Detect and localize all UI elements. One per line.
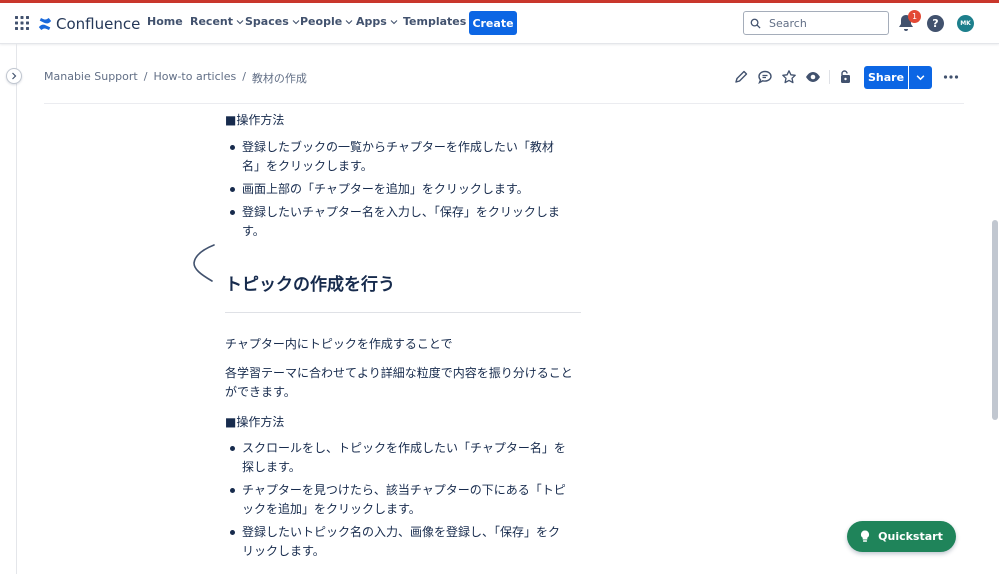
watch-eye-icon[interactable]	[805, 69, 821, 85]
confluence-logo-icon	[38, 17, 52, 31]
comment-icon[interactable]	[757, 69, 773, 85]
restrictions-lock-icon[interactable]	[838, 69, 854, 85]
nav-spaces[interactable]: Spaces	[245, 15, 300, 28]
breadcrumb-separator: /	[242, 70, 246, 83]
nav-home[interactable]: Home	[147, 15, 183, 28]
chevron-down-icon	[390, 19, 398, 24]
more-actions-icon[interactable]	[943, 70, 959, 84]
share-dropdown-button[interactable]	[909, 66, 932, 89]
nav-spaces-label: Spaces	[245, 15, 289, 28]
section-label: ■操作方法	[225, 113, 285, 127]
search-icon	[750, 18, 761, 29]
edit-pencil-icon[interactable]	[733, 69, 749, 85]
breadcrumb-item-howto[interactable]: How-to articles	[153, 70, 236, 86]
notification-badge: 1	[908, 10, 921, 23]
action-divider	[829, 70, 830, 84]
nav-apps-label: Apps	[356, 15, 387, 28]
nav-templates[interactable]: Templates	[403, 15, 466, 28]
section-label: ■操作方法	[225, 415, 285, 429]
section2-steps: スクロールをし、トピックを作成したい「チャプター名」を探します。 チャプターを見…	[225, 439, 570, 565]
search-input[interactable]	[767, 15, 881, 31]
list-item: スクロールをし、トピックを作成したい「チャプター名」を探します。	[225, 439, 570, 477]
star-icon[interactable]	[781, 69, 797, 85]
nav-home-label: Home	[147, 15, 183, 28]
quickstart-label: Quickstart	[878, 530, 943, 543]
page-scrollbar[interactable]	[992, 220, 998, 420]
list-item: 登録したいトピック名の入力、画像を登録し、「保存」をクリックします。	[225, 523, 570, 561]
heading-underline	[225, 312, 581, 313]
app-switcher-icon[interactable]	[14, 15, 30, 31]
curved-arrow-icon	[193, 244, 215, 282]
header-divider	[44, 103, 964, 104]
logo-text: Confluence	[56, 15, 141, 33]
create-button[interactable]: Create	[469, 11, 517, 35]
breadcrumb-item-space[interactable]: Manabie Support	[44, 70, 138, 86]
expand-sidebar-button[interactable]	[6, 68, 22, 84]
chevron-down-icon	[236, 19, 244, 24]
list-item: 登録したブックの一覧からチャプターを作成したい「教材名」をクリックします。	[225, 138, 570, 176]
top-navigation: Confluence Home Recent Spaces People App…	[0, 3, 999, 44]
list-item: 登録したいチャプター名を入力し、「保存」をクリックします。	[225, 203, 570, 241]
lightbulb-icon	[861, 530, 870, 542]
section-heading: トピックの作成を行う	[225, 275, 395, 295]
chevron-right-icon	[12, 72, 17, 80]
sidebar-divider	[16, 44, 17, 574]
nav-recent[interactable]: Recent	[190, 15, 244, 28]
nav-templates-label: Templates	[403, 15, 467, 28]
section1-steps: 登録したブックの一覧からチャプターを作成したい「教材名」をクリックします。 画面…	[225, 138, 570, 245]
list-item: 画面上部の「チャプターを追加」をクリックします。	[225, 180, 570, 199]
chevron-down-icon	[345, 19, 353, 24]
paragraph: 各学習テーマに合わせてより詳細な粒度で内容を振り分けることができます。	[225, 366, 573, 399]
paragraph: チャプター内にトピックを作成することで	[225, 337, 453, 351]
chevron-down-icon	[916, 75, 925, 81]
chevron-down-icon	[292, 19, 300, 24]
search-box[interactable]	[743, 11, 889, 35]
nav-recent-label: Recent	[190, 15, 234, 28]
breadcrumb-item-page[interactable]: 教材の作成	[252, 70, 307, 86]
list-item: チャプターを見つけたら、該当チャプターの下にある「トピックを追加」をクリックしま…	[225, 481, 570, 519]
user-avatar[interactable]: MK	[957, 15, 974, 32]
confluence-logo[interactable]: Confluence	[38, 13, 140, 35]
nav-apps[interactable]: Apps	[356, 15, 398, 28]
nav-people-label: People	[300, 15, 343, 28]
nav-people[interactable]: People	[300, 15, 353, 28]
quickstart-button[interactable]: Quickstart	[847, 521, 956, 552]
breadcrumb-separator: /	[143, 70, 148, 83]
help-icon[interactable]: ?	[927, 15, 944, 32]
breadcrumb: Manabie Support / How-to articles / 教材の作…	[44, 70, 307, 86]
share-button[interactable]: Share	[864, 66, 908, 89]
